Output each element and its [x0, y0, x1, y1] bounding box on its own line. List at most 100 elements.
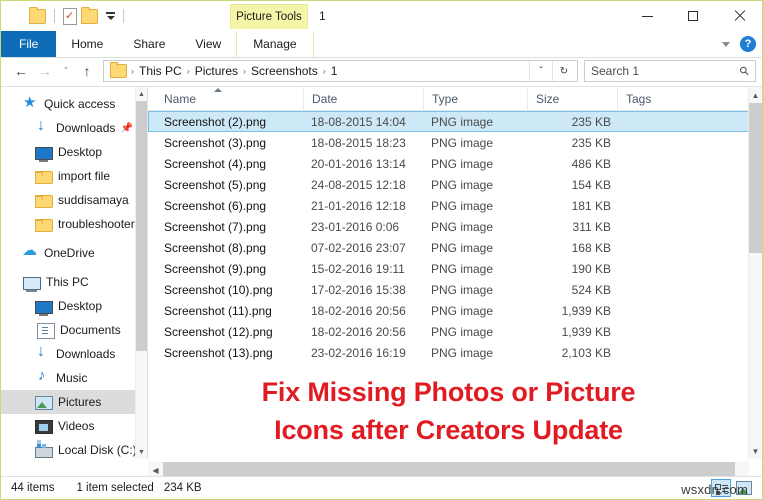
- cell-date: 18-02-2016 20:56: [311, 303, 406, 318]
- sidebar-item-desktop-quick[interactable]: Desktop: [1, 140, 147, 164]
- breadcrumb[interactable]: › This PC › Pictures › Screenshots › 1 ˇ…: [103, 60, 578, 82]
- maximize-icon: [688, 11, 698, 21]
- sidebar-item-local-disk-c[interactable]: Local Disk (C:): [1, 438, 147, 459]
- scrollbar-thumb[interactable]: [136, 101, 147, 351]
- column-header-type[interactable]: Type: [423, 87, 527, 111]
- navigation-pane: Quick access Downloads 📌 Desktop import …: [1, 87, 148, 459]
- sidebar-item-this-pc[interactable]: This PC: [1, 270, 147, 294]
- breadcrumb-item-pictures[interactable]: Pictures: [191, 64, 242, 78]
- up-button[interactable]: ↑: [75, 59, 99, 83]
- new-folder-icon[interactable]: [81, 6, 98, 24]
- navigation-pane-scrollbar[interactable]: ▲ ▼: [135, 87, 147, 459]
- scroll-down-icon[interactable]: ▼: [749, 443, 762, 459]
- videos-icon: [35, 420, 53, 434]
- minimize-icon: [641, 15, 653, 17]
- cell-date: 15-02-2016 19:11: [311, 261, 405, 276]
- sidebar-item-pictures[interactable]: Pictures: [1, 390, 147, 414]
- cell-date: 18-08-2015 18:23: [311, 135, 406, 150]
- cell-name: Screenshot (8).png: [164, 240, 267, 255]
- cell-name: Screenshot (2).png: [164, 114, 267, 129]
- address-bar: ← → ˇ ↑ › This PC › Pictures › Screensho…: [1, 58, 762, 86]
- sidebar-item-label: Desktop: [58, 145, 103, 159]
- properties-icon[interactable]: [63, 7, 77, 25]
- tab-manage[interactable]: Manage: [236, 31, 314, 57]
- maximize-button[interactable]: [670, 1, 716, 31]
- customize-dropdown-icon[interactable]: [105, 12, 115, 20]
- sidebar-item-videos[interactable]: Videos: [1, 414, 147, 438]
- column-headers: Name Date Type Size Tags: [148, 87, 762, 111]
- sort-ascending-icon: [214, 87, 222, 92]
- sidebar-item-downloads-quick[interactable]: Downloads 📌: [1, 116, 147, 140]
- cell-date: 21-01-2016 12:18: [311, 198, 406, 213]
- sidebar-item-label: Videos: [58, 419, 95, 433]
- sidebar-item-documents[interactable]: Documents: [1, 318, 147, 342]
- recent-locations-button[interactable]: ˇ: [57, 59, 75, 83]
- scrollbar-thumb[interactable]: [749, 103, 762, 253]
- sidebar-item-music[interactable]: Music: [1, 366, 147, 390]
- table-row[interactable]: Screenshot (7).png 23-01-2016 0:06 PNG i…: [148, 216, 762, 237]
- folder-icon[interactable]: [29, 6, 46, 24]
- forward-button[interactable]: →: [33, 59, 57, 83]
- table-row[interactable]: Screenshot (9).png 15-02-2016 19:11 PNG …: [148, 258, 762, 279]
- cell-type: PNG image: [431, 177, 494, 192]
- cell-size: 1,939 KB: [561, 324, 611, 339]
- sidebar-item-import-file[interactable]: import file: [1, 164, 147, 188]
- search-icon[interactable]: ⚲: [737, 63, 753, 79]
- table-row[interactable]: Screenshot (4).png 20-01-2016 13:14 PNG …: [148, 153, 762, 174]
- refresh-icon[interactable]: ↻: [552, 61, 575, 81]
- column-header-tags[interactable]: Tags: [617, 87, 697, 111]
- cloud-icon: [22, 241, 39, 261]
- sidebar-item-desktop[interactable]: Desktop: [1, 294, 147, 318]
- column-header-name[interactable]: Name: [156, 87, 303, 111]
- tab-home[interactable]: Home: [56, 31, 118, 57]
- cell-type: PNG image: [431, 303, 494, 318]
- breadcrumb-item-this-pc[interactable]: This PC: [135, 64, 186, 78]
- download-icon: [35, 343, 51, 362]
- scroll-up-icon[interactable]: ▲: [136, 87, 147, 101]
- sidebar-item-suddisamaya[interactable]: suddisamaya: [1, 188, 147, 212]
- table-row[interactable]: Screenshot (6).png 21-01-2016 12:18 PNG …: [148, 195, 762, 216]
- explorer-window: Picture Tools 1 File Home Share View Man…: [0, 0, 763, 500]
- cell-name: Screenshot (6).png: [164, 198, 267, 213]
- cell-type: PNG image: [431, 282, 494, 297]
- tab-share[interactable]: Share: [118, 31, 180, 57]
- cell-size: 311 KB: [572, 219, 611, 234]
- minimize-button[interactable]: [624, 1, 670, 31]
- cell-name: Screenshot (11).png: [164, 303, 272, 318]
- tab-view[interactable]: View: [180, 31, 236, 57]
- close-button[interactable]: [716, 1, 762, 31]
- table-row[interactable]: Screenshot (3).png 18-08-2015 18:23 PNG …: [148, 132, 762, 153]
- file-list-scrollbar[interactable]: ▲ ▼: [748, 87, 762, 459]
- table-row[interactable]: Screenshot (12).png 18-02-2016 20:56 PNG…: [148, 321, 762, 342]
- column-header-size[interactable]: Size: [527, 87, 617, 111]
- cell-date: 24-08-2015 12:18: [311, 177, 406, 192]
- cell-type: PNG image: [431, 135, 494, 150]
- scroll-down-icon[interactable]: ▼: [136, 445, 147, 459]
- sidebar-item-quick-access[interactable]: Quick access: [1, 92, 147, 116]
- sidebar-item-troubleshooter[interactable]: troubleshooter: [1, 212, 147, 236]
- cell-type: PNG image: [431, 114, 494, 129]
- sidebar-item-downloads[interactable]: Downloads: [1, 342, 147, 366]
- pin-icon[interactable]: 📌: [121, 123, 133, 134]
- address-dropdown-icon[interactable]: ˇ: [529, 61, 552, 81]
- breadcrumb-item-screenshots[interactable]: Screenshots: [247, 64, 322, 78]
- table-row[interactable]: Screenshot (13).png 23-02-2016 16:19 PNG…: [148, 342, 762, 363]
- table-row[interactable]: Screenshot (10).png 17-02-2016 15:38 PNG…: [148, 279, 762, 300]
- cell-size: 168 KB: [571, 240, 611, 255]
- table-row[interactable]: Screenshot (8).png 07-02-2016 23:07 PNG …: [148, 237, 762, 258]
- cell-size: 190 KB: [571, 261, 611, 276]
- tab-file[interactable]: File: [1, 31, 57, 57]
- table-row[interactable]: Screenshot (11).png 18-02-2016 20:56 PNG…: [148, 300, 762, 321]
- sidebar-item-onedrive[interactable]: OneDrive: [1, 241, 147, 265]
- table-row[interactable]: Screenshot (2).png 18-08-2015 14:04 PNG …: [148, 111, 762, 132]
- chevron-down-icon[interactable]: [722, 41, 730, 47]
- cell-type: PNG image: [431, 198, 494, 213]
- column-header-date[interactable]: Date: [303, 87, 423, 111]
- scroll-up-icon[interactable]: ▲: [749, 87, 762, 103]
- help-icon[interactable]: ?: [740, 36, 756, 52]
- search-input[interactable]: Search 1 ⚲: [584, 60, 756, 82]
- desktop-icon: [35, 146, 53, 162]
- breadcrumb-item-1[interactable]: 1: [327, 64, 342, 78]
- back-button[interactable]: ←: [9, 59, 33, 83]
- table-row[interactable]: Screenshot (5).png 24-08-2015 12:18 PNG …: [148, 174, 762, 195]
